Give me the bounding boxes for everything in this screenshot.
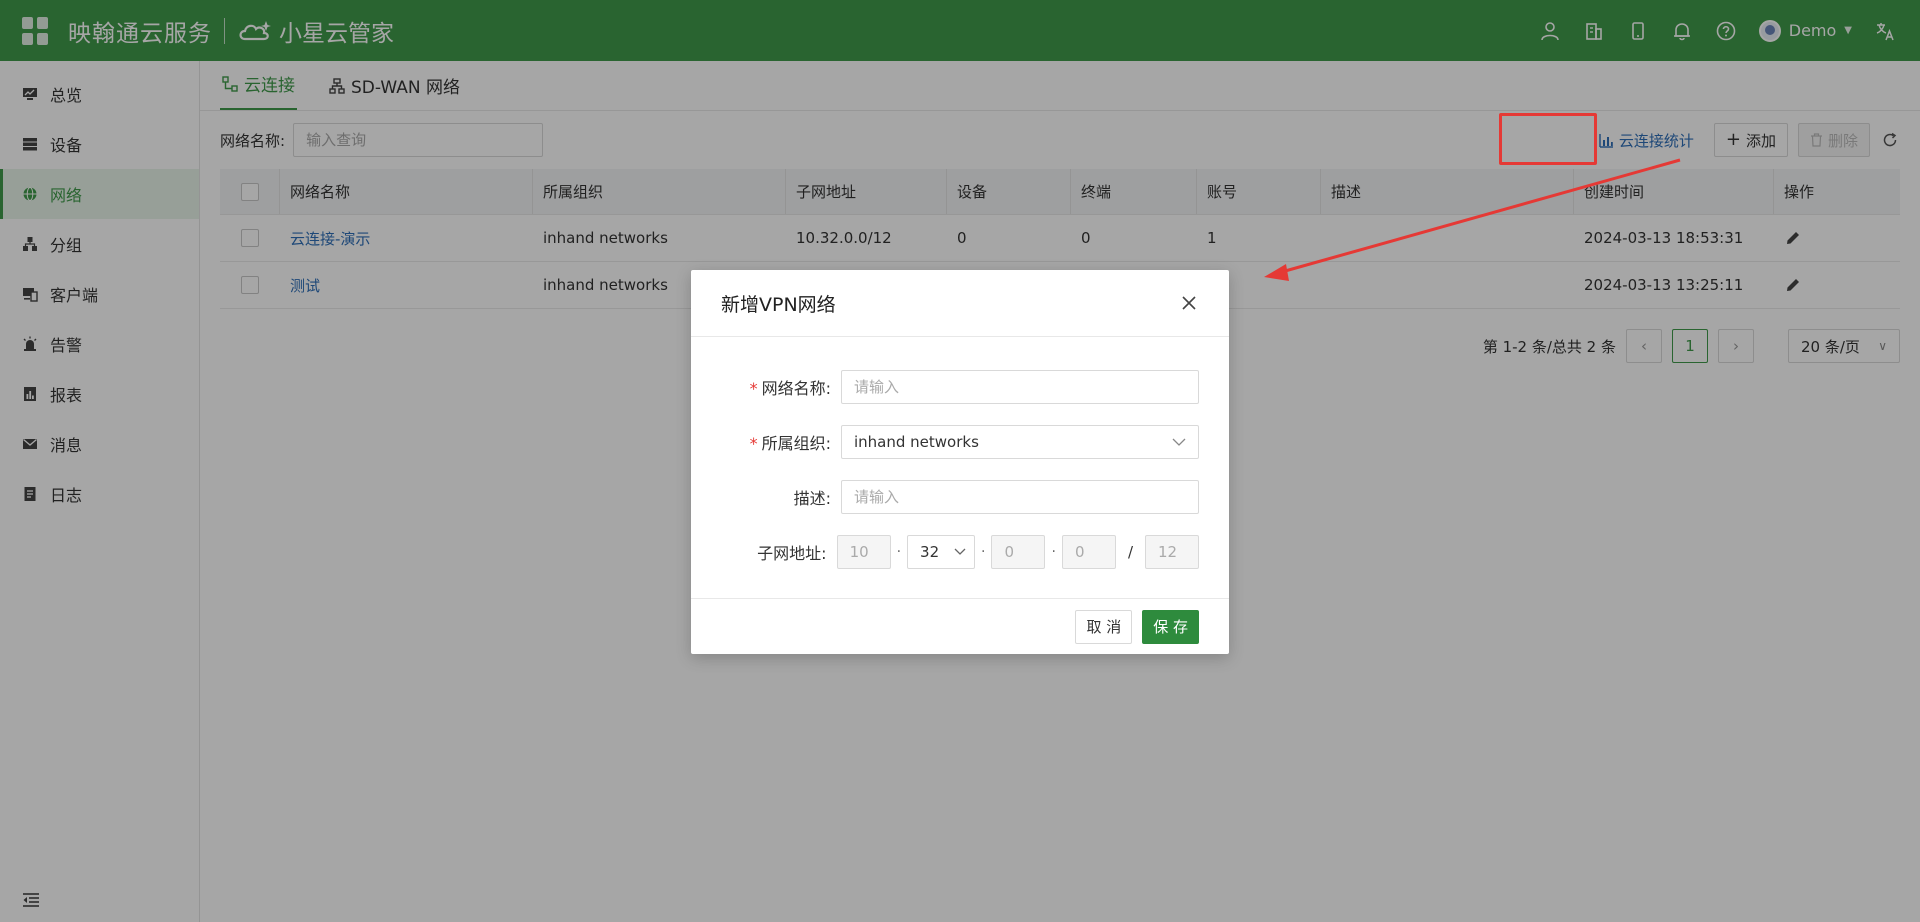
- annotation-highlight-box: [1499, 113, 1597, 165]
- dot-separator: ·: [981, 543, 986, 560]
- dot-separator: ·: [896, 543, 902, 560]
- cancel-button[interactable]: 取 消: [1075, 609, 1133, 644]
- subnet-inputs: 10 · 32 · 0 · 0 / 12: [836, 534, 1199, 569]
- chevron-down-icon: [954, 548, 966, 555]
- field-label: * 网络名称:: [691, 375, 841, 399]
- description-input[interactable]: [841, 479, 1199, 514]
- close-icon[interactable]: [1179, 293, 1199, 313]
- form-row-subnet: 子网地址: 10 · 32 · 0 · 0 / 12: [691, 524, 1199, 579]
- subnet-mask: 12: [1145, 534, 1199, 569]
- network-name-input[interactable]: [841, 369, 1199, 404]
- required-mark: *: [749, 378, 758, 398]
- org-select-value: inhand networks: [854, 432, 979, 451]
- dialog-footer: 取 消 保 存: [691, 598, 1229, 654]
- field-label: 子网地址:: [757, 543, 827, 563]
- add-vpn-dialog: 新增VPN网络 *网络名称: *所属组织: inhand networks 描述…: [691, 270, 1229, 654]
- slash-separator: /: [1127, 542, 1133, 561]
- org-select[interactable]: inhand networks: [841, 424, 1199, 459]
- dialog-body: *网络名称: *所属组织: inhand networks 描述: 子网地址: …: [691, 337, 1229, 579]
- subnet-octet-1: 10: [836, 534, 891, 569]
- form-row-org: * 所属组织: inhand networks: [691, 414, 1199, 469]
- org-label-text: 所属组织:: [761, 433, 831, 453]
- chevron-down-icon: [1172, 438, 1186, 446]
- dialog-header: 新增VPN网络: [691, 270, 1229, 337]
- dialog-title: 新增VPN网络: [721, 293, 836, 316]
- name-label-text: 网络名称:: [761, 378, 831, 398]
- save-button[interactable]: 保 存: [1142, 609, 1199, 644]
- subnet-octet-2-select[interactable]: 32: [907, 534, 976, 569]
- dot-separator: ·: [1051, 543, 1056, 560]
- subnet-octet-4: 0: [1061, 534, 1116, 569]
- field-label: * 所属组织:: [691, 430, 841, 454]
- subnet-octet-2-value: 32: [920, 542, 940, 561]
- field-label: 描述:: [793, 488, 831, 508]
- required-mark: *: [749, 433, 758, 453]
- form-row-name: * 网络名称:: [691, 359, 1199, 414]
- form-row-desc: 描述:: [691, 469, 1199, 524]
- subnet-octet-3: 0: [991, 534, 1046, 569]
